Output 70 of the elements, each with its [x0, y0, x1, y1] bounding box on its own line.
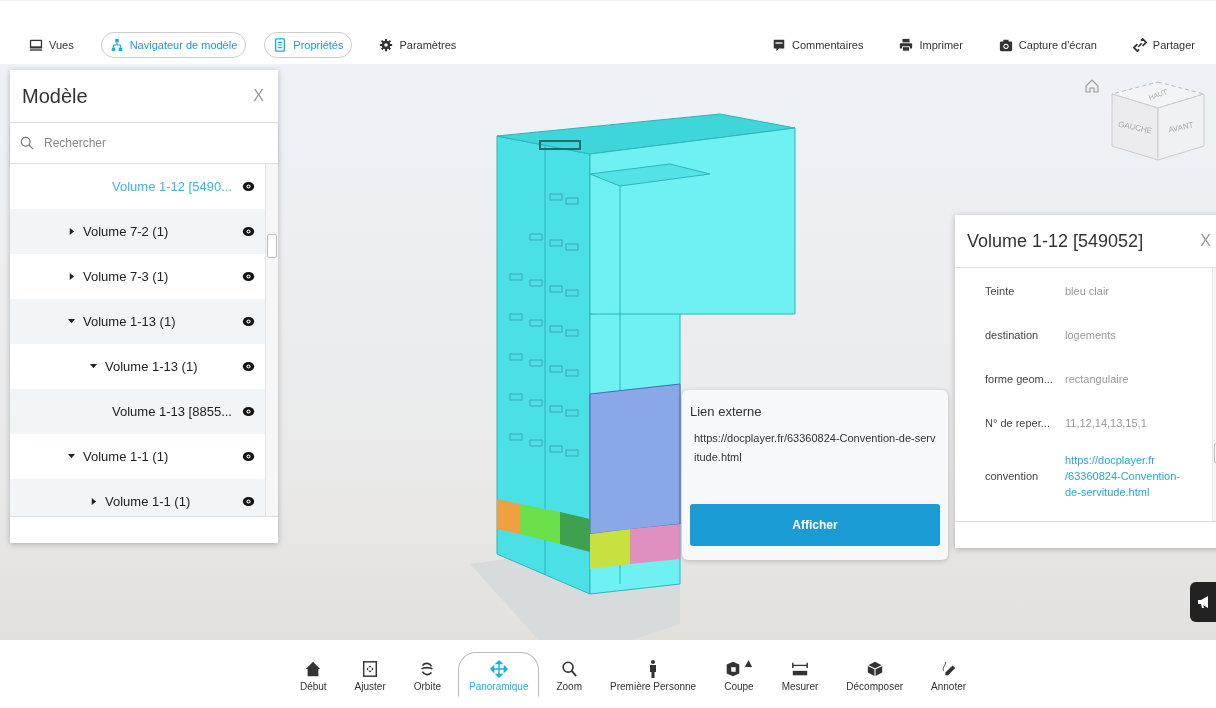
comment-icon: [771, 38, 786, 52]
panel-title: Volume 1-12 [549052]: [967, 230, 1144, 252]
toolbar-button[interactable]: Capture d'écran: [989, 32, 1106, 58]
tree-item-label: Volume 7-3 (1): [83, 269, 169, 284]
eye-icon[interactable]: [242, 181, 255, 192]
caret-icon[interactable]: [68, 228, 75, 235]
tree-item-label: Volume 7-2 (1): [83, 224, 169, 239]
tool-button[interactable]: Ajuster: [343, 651, 397, 697]
property-name: destination: [985, 329, 1040, 341]
tool-button[interactable]: Début: [288, 651, 338, 697]
toolbar-tab[interactable]: Paramètres: [370, 32, 466, 58]
tree-item-label: Volume 1-13 (1): [105, 359, 198, 374]
eye-icon[interactable]: [242, 316, 255, 327]
tree-item[interactable]: Volume 1-13 (1): [10, 299, 265, 344]
tool-button[interactable]: Mesurer: [770, 651, 830, 697]
tree-item-label: Volume 1-13 [8855...: [112, 404, 232, 419]
camera-icon: [998, 38, 1013, 52]
property-name: convention: [985, 470, 1040, 482]
caret-icon[interactable]: [744, 658, 754, 668]
link-icon: [1132, 38, 1147, 52]
tool-button[interactable]: Coupe: [713, 651, 765, 697]
tool-button[interactable]: Zoom: [545, 651, 593, 697]
search-icon: [20, 136, 34, 150]
pan-arrows-icon: [489, 658, 508, 679]
eye-icon[interactable]: [242, 451, 255, 462]
property-value: logements: [1065, 329, 1117, 341]
caret-icon[interactable]: [68, 273, 75, 280]
property-value: rectangulaire: [1065, 373, 1130, 385]
tree-item-label: Volume 1-1 (1): [105, 494, 191, 509]
caret-icon[interactable]: [90, 363, 97, 370]
tree-item-label: Volume 1-13 (1): [83, 314, 176, 329]
settings-icon: [379, 38, 394, 52]
caret-icon[interactable]: [68, 453, 75, 460]
person-icon: [649, 658, 658, 679]
property-value: bleu clair: [1065, 285, 1111, 297]
tree-item-label: Volume 1-12 [5490...: [112, 179, 232, 194]
eye-icon[interactable]: [242, 361, 255, 372]
scrollbar[interactable]: [265, 164, 278, 516]
tool-button[interactable]: Annoter: [920, 651, 978, 697]
property-value: 11,12,14,13,15,1: [1065, 417, 1148, 429]
toolbar-button[interactable]: Commentaires: [762, 32, 873, 58]
tree-item[interactable]: Volume 1-13 [8855...: [10, 389, 265, 434]
eye-icon[interactable]: [242, 406, 255, 417]
eye-icon[interactable]: [242, 226, 255, 237]
tree-item-label: Volume 1-1 (1): [83, 449, 169, 464]
popup-title: Lien externe: [690, 404, 763, 419]
caret-icon[interactable]: [90, 498, 97, 505]
tool-button[interactable]: Orbite: [402, 651, 452, 697]
property-name: forme geom...: [985, 373, 1054, 385]
fit-icon: [361, 658, 380, 679]
property-name: N° de reper...: [985, 417, 1051, 429]
printer-icon: [899, 38, 914, 52]
tool-button[interactable]: Première Personne: [599, 651, 708, 697]
monitor-icon: [29, 38, 43, 52]
eye-icon[interactable]: [242, 271, 255, 282]
tool-button[interactable]: Décomposer: [835, 651, 915, 697]
caret-icon[interactable]: [68, 318, 75, 325]
tree-item[interactable]: Volume 7-2 (1): [10, 209, 265, 254]
panel-title: Modèle: [22, 84, 88, 108]
feedback-button[interactable]: [1190, 582, 1216, 622]
document-icon: [273, 38, 288, 52]
toolbar-button[interactable]: Partager: [1123, 32, 1204, 58]
toolbar-tab[interactable]: Vues: [20, 32, 83, 58]
property-name: Teinte: [985, 285, 1016, 297]
tree-item[interactable]: Volume 1-1 (1): [10, 479, 265, 516]
hierarchy-icon: [109, 38, 124, 52]
search-field[interactable]: Rechercher: [44, 128, 268, 158]
eye-icon[interactable]: [242, 496, 255, 507]
popup-url: https://docplayer.fr/63360824-Convention-de-servitude.html: [693, 431, 937, 465]
toolbar-button[interactable]: Imprimer: [890, 32, 972, 58]
